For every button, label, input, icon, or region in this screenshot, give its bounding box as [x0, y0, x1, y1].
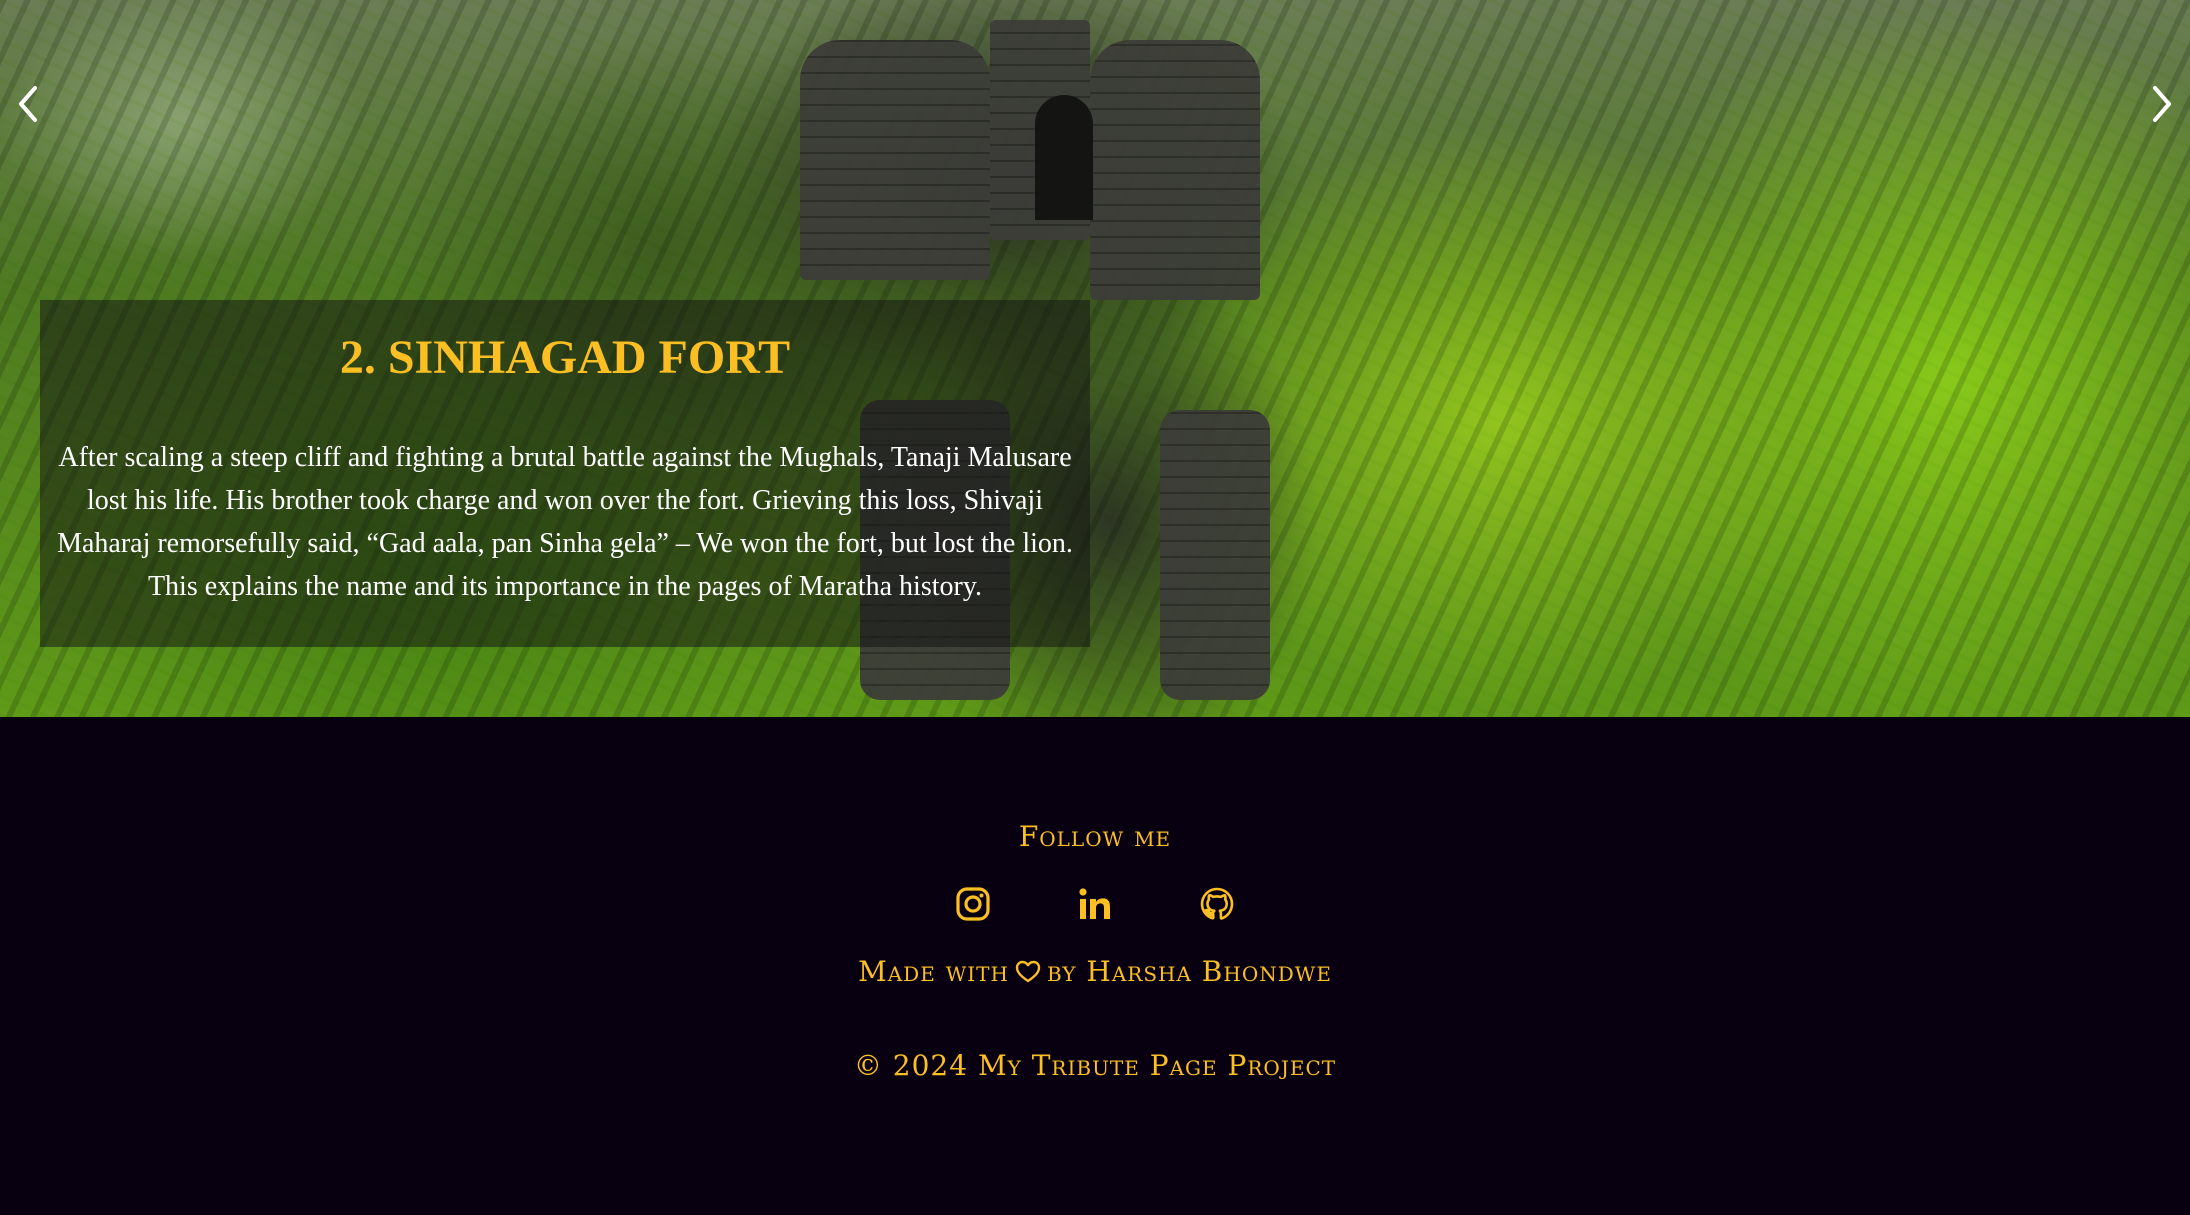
made-with-credit: Made with by Harsha Bhondwe — [0, 955, 2190, 989]
chevron-left-icon — [19, 86, 37, 122]
instagram-link[interactable] — [951, 882, 995, 926]
fort-gate — [1035, 95, 1093, 220]
slide-caption: 2. SINHAGAD FORT After scaling a steep c… — [40, 300, 1090, 647]
carousel-prev-button[interactable] — [6, 78, 50, 130]
fort-bastion — [1090, 40, 1260, 300]
linkedin-link[interactable] — [1073, 882, 1117, 926]
fort-bastion — [800, 40, 990, 280]
linkedin-icon — [1079, 888, 1110, 919]
fort-tower — [1160, 410, 1270, 700]
copyright-text: © 2024 My Tribute Page Project — [853, 1049, 1337, 1082]
follow-label: Follow me — [1018, 820, 1172, 853]
heart-icon — [1015, 960, 1041, 983]
image-carousel: 2. SINHAGAD FORT After scaling a steep c… — [0, 0, 2190, 717]
social-links — [0, 882, 2190, 926]
footer: Follow me Made with by Harsha Bhondwe © 2… — [0, 717, 2190, 1215]
github-icon — [1200, 887, 1234, 920]
made-with-suffix: by Harsha Bhondwe — [1046, 955, 1332, 988]
carousel-next-button[interactable] — [2140, 78, 2184, 130]
github-link[interactable] — [1195, 882, 1239, 926]
instagram-icon — [956, 887, 990, 921]
chevron-right-icon — [2153, 86, 2171, 122]
slide-title: 2. SINHAGAD FORT — [339, 331, 791, 384]
made-with-prefix: Made with — [858, 955, 1009, 988]
slide-description: After scaling a steep cliff and fighting… — [57, 442, 1073, 602]
